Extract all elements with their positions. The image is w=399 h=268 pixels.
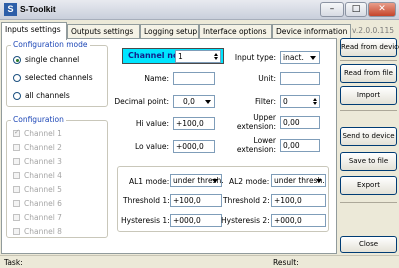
tab-outputs-settings[interactable]: Outputs settings [67,24,140,39]
tab-device-information[interactable]: Device information [272,24,351,39]
inputs-settings-panel: Configuration mode single channel select… [1,38,337,254]
filter-label: Filter: [255,97,276,106]
maximize-button[interactable]: □ [345,2,367,17]
close-button[interactable]: Close [340,236,397,253]
action-pane: Read from device Read from file Import S… [338,38,399,254]
close-window-button[interactable]: ✕ [368,2,396,17]
tab-inputs-settings[interactable]: Inputs settings [1,22,67,40]
radio-unselected-icon [13,74,21,82]
read-from-device-button[interactable]: Read from device [340,38,399,57]
result-label: Result: [273,258,299,267]
name-label: Name: [144,74,169,83]
separator [340,60,397,61]
version-label: v.2.0.0.115 [351,26,394,35]
spin-down-icon [313,102,317,105]
threshold1-field[interactable]: +100,0 [170,194,222,207]
import-button[interactable]: Import [340,86,397,105]
lo-value-label: Lo value: [134,142,169,151]
lower-label: Lower [253,136,276,145]
channel-number-spinner[interactable]: 1 [175,50,221,63]
decimal-point-select[interactable]: 0,0 [173,95,215,108]
radio-selected-icon [13,56,21,64]
send-to-device-button[interactable]: Send to device [340,127,397,146]
tab-logging-setup[interactable]: Logging setup [140,24,199,39]
title-bar: S S-Toolkit – □ ✕ [0,0,399,20]
minimize-button[interactable]: – [320,2,344,17]
alarm-settings-group: AL1 mode: under thresh. AL2 mode: under … [117,166,329,232]
configuration-title: Configuration [11,115,66,124]
read-from-file-button[interactable]: Read from file [340,64,397,83]
app-logo-icon: S [4,3,17,16]
al2-mode-label: AL2 mode: [229,177,270,186]
name-field[interactable] [173,72,215,85]
threshold2-label: Threshold 2: [223,196,270,205]
spin-down-icon [214,57,218,60]
dropdown-arrow-icon [210,176,220,185]
al2-mode-select[interactable]: under thresh. [271,174,326,187]
configuration-group: Configuration Channel 1 Channel 2 Channe… [6,115,108,238]
al1-mode-label: AL1 mode: [129,177,170,186]
threshold2-field[interactable]: +100,0 [271,194,326,207]
window-title: S-Toolkit [20,4,56,14]
configuration-mode-group: Configuration mode single channel select… [6,40,108,107]
al1-mode-select[interactable]: under thresh. [170,174,224,187]
hi-value-label: Hi value: [135,119,169,128]
upper-extension-field[interactable]: 0,00 [280,116,320,129]
input-type-select[interactable]: inact. [280,51,320,64]
threshold1-label: Threshold 1: [123,196,170,205]
radio-unselected-icon [13,92,21,100]
unit-label: Unit: [258,74,276,83]
configuration-mode-title: Configuration mode [11,40,90,49]
task-label: Task: [4,258,23,267]
dropdown-arrow-icon [203,97,213,106]
dropdown-arrow-icon [308,53,318,62]
hysteresis2-label: Hysteresis 2: [221,216,270,225]
input-type-label: Input type: [234,53,276,62]
spin-up-icon [214,53,218,56]
lower-extension-field[interactable]: 0,00 [280,139,320,152]
decimal-point-label: Decimal point: [114,97,169,106]
lower-extension-label: extension: [236,145,276,154]
hi-value-field[interactable]: +100,0 [173,117,215,130]
unit-field[interactable] [280,72,320,85]
app-window: S S-Toolkit – □ ✕ Inputs settings Output… [0,0,399,268]
dropdown-arrow-icon [314,176,324,185]
channel-no-label: Channel no: [128,51,182,60]
hysteresis2-field[interactable]: +000,0 [271,214,326,227]
save-to-file-button[interactable]: Save to file [340,152,397,171]
upper-extension-label: extension: [236,122,276,131]
hysteresis1-label: Hysteresis 1: [121,216,170,225]
upper-label: Upper [253,113,276,122]
export-button[interactable]: Export [340,176,397,195]
channel-number-box: Channel no: 1 [122,48,224,64]
filter-spinner[interactable]: 0 [280,95,320,108]
check-icon [13,128,20,137]
separator [340,110,397,111]
lo-value-field[interactable]: +000,0 [173,140,215,153]
separator [340,202,397,203]
tab-strip: Inputs settings Outputs settings Logging… [0,21,399,40]
tab-interface-options[interactable]: Interface options [199,24,272,39]
hysteresis1-field[interactable]: +000,0 [170,214,222,227]
spin-up-icon [313,98,317,101]
status-bar: Task: Result: [0,255,399,268]
